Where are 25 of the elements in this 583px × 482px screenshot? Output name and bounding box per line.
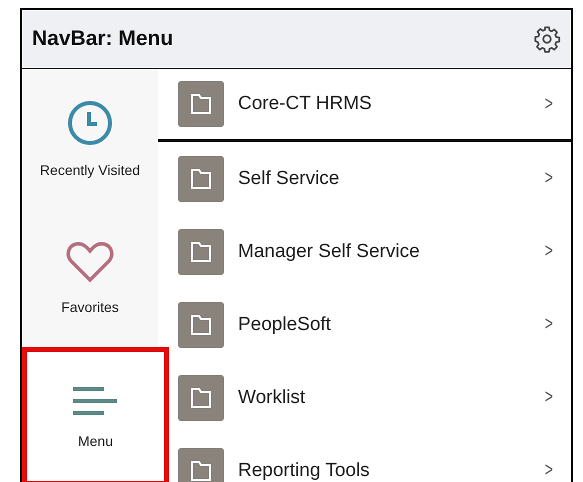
sidebar-item[interactable]: Menu: [22, 347, 169, 482]
sidebar-label: Recently Visited: [40, 162, 140, 178]
sidebar-label: Favorites: [61, 298, 119, 314]
chevron-icon: >: [545, 167, 554, 190]
menu-icon: [72, 384, 118, 416]
heart-icon: [66, 240, 114, 282]
panel-title: NavBar: Menu: [32, 27, 174, 51]
navigation-row[interactable]: Manager Self Service >: [158, 215, 571, 288]
folder-icon: [178, 81, 224, 127]
sidebar-item[interactable]: Recently Visited: [22, 69, 158, 208]
chevron-icon: >: [545, 386, 554, 409]
folder-icon: [178, 374, 224, 420]
chevron-icon: >: [545, 459, 554, 482]
chevron-icon: >: [545, 240, 554, 263]
chevron-icon: >: [545, 313, 554, 336]
sidebar-item[interactable]: Favorites: [22, 208, 158, 347]
folder-icon: [178, 156, 224, 202]
folder-icon: [178, 302, 224, 348]
settings-icon[interactable]: [533, 25, 561, 53]
clock-icon: [67, 100, 113, 146]
navigation-row[interactable]: Self Service >: [158, 142, 571, 215]
chevron-icon: >: [545, 92, 554, 116]
sidebar-label: Menu: [78, 432, 114, 448]
folder-icon: [178, 228, 224, 274]
navigation-row[interactable]: Core-CT HRMS >: [158, 69, 571, 142]
